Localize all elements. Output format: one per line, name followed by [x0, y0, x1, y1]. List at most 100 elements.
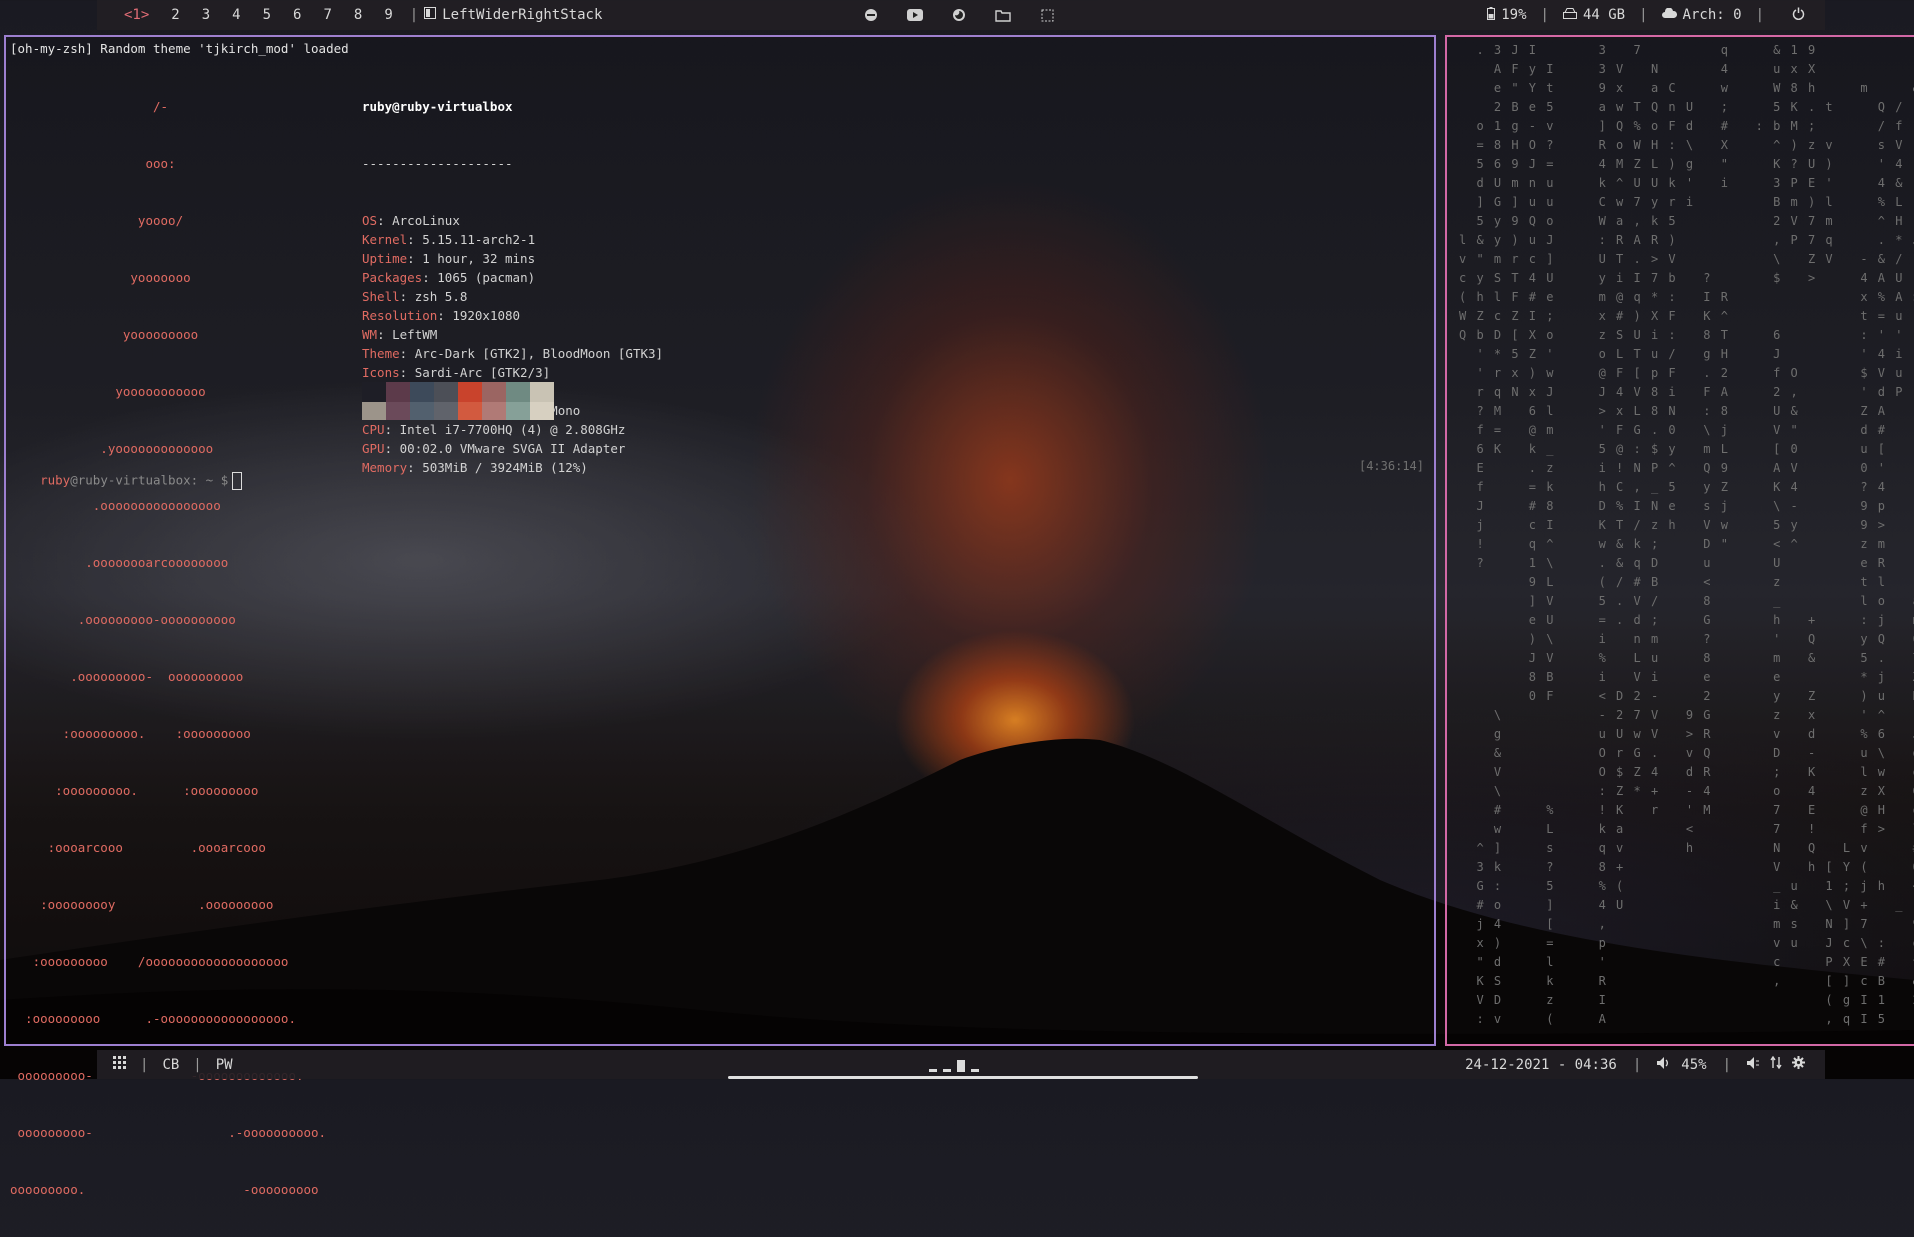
info-row: WM: LeftWM	[362, 325, 663, 344]
workspace-6[interactable]: 6	[282, 7, 312, 23]
terminal-window-main[interactable]: [oh-my-zsh] Random theme 'tjkirch_mod' l…	[4, 35, 1436, 1197]
matrix-line: & O r G . v Q D - u \ d w	[1459, 746, 1914, 760]
workspace-8[interactable]: 8	[343, 7, 373, 23]
window-indicator[interactable]	[971, 1068, 979, 1072]
matrix-line: ' r x ) w @ F [ p F . 2 f O $ V u	[1459, 366, 1904, 380]
screenshot-icon[interactable]	[1038, 7, 1056, 23]
speaker-icon[interactable]	[1747, 1056, 1760, 1073]
workspace-7[interactable]: 7	[312, 7, 342, 23]
window-indicator-active[interactable]	[957, 1059, 965, 1072]
info-value: 00:02.0 VMware SVGA II Adapter	[399, 441, 626, 456]
palette-swatch	[458, 402, 482, 420]
settings-gear-icon[interactable]	[1792, 1056, 1805, 1073]
logo-line: .oooooooarcoooooooo	[10, 555, 229, 570]
bottom-bar: | CB | PW 24-12-2021 - 04:36 | 45% |	[97, 1050, 1825, 1079]
harddisk-icon	[1562, 7, 1577, 23]
workspace-1[interactable]: <1>	[113, 7, 160, 23]
window-indicator[interactable]	[929, 1068, 937, 1072]
info-value: Arc-Dark [GTK2], BloodMoon [GTK3]	[414, 346, 664, 361]
matrix-line: o 1 g - v ] Q % o F d # : b M ; / f	[1459, 119, 1904, 133]
matrix-line: 5 y 9 Q o W a , k 5 2 V 7 m ^ H	[1459, 214, 1904, 228]
separator: |	[193, 1056, 202, 1073]
window-indicator[interactable]	[943, 1068, 951, 1072]
youtube-icon[interactable]	[906, 7, 924, 23]
volume-value: 45%	[1681, 1056, 1707, 1073]
matrix-line: J # 8 D % I N e s j \ - 9 p	[1459, 499, 1887, 513]
info-row: Uptime: 1 hour, 32 mins	[362, 249, 663, 268]
info-value: Intel i7-7700HQ (4) @ 2.808GHz	[399, 422, 626, 437]
system-stats: 19% | 44 GB | Arch: 0 |	[1487, 6, 1805, 24]
matrix-line: K S k R , [ ] c B & n	[1459, 974, 1914, 988]
layout-name: LeftWiderRightStack	[442, 7, 603, 23]
matrix-line: 5 6 9 J = 4 M Z L ) g " K ? U ) ' 4	[1459, 157, 1904, 171]
matrix-line: . 3 J I 3 7 q & 1 9	[1459, 43, 1817, 57]
matrix-line: : v ( A , q I 5 ! * U	[1459, 1012, 1914, 1026]
updates-status[interactable]: Arch: 0	[1661, 7, 1742, 23]
info-key: CPU	[362, 422, 385, 437]
matrix-line: 0 F < D 2 - 2 y Z ) u N	[1459, 689, 1914, 703]
logo-line: yooooooo	[10, 270, 191, 285]
info-value: 503MiB / 3924MiB (12%)	[422, 460, 588, 475]
matrix-line: ? M 6 l > x L 8 N : 8 U & Z A	[1459, 404, 1887, 418]
palette-swatch	[386, 402, 410, 420]
matrix-line: \ - 2 7 V 9 G z x ' ^ 1 1	[1459, 708, 1914, 722]
info-key: Memory	[362, 460, 408, 475]
text-cursor	[232, 472, 243, 490]
separator: |	[1722, 1056, 1731, 1073]
workspace-5[interactable]: 5	[252, 7, 282, 23]
pw-label[interactable]: PW	[216, 1057, 233, 1073]
power-icon[interactable]	[1792, 7, 1805, 24]
power-off-icon[interactable]	[862, 7, 880, 23]
matrix-line: w L k a < 7 ! f > l f	[1459, 822, 1914, 836]
battery-status: 19%	[1487, 6, 1527, 24]
matrix-line: G : 5 % ( _ u 1 ; j h < c	[1459, 879, 1914, 893]
matrix-line: Q b D [ X o z S U i : 8 T 6 : ' '	[1459, 328, 1904, 342]
info-key: Resolution	[362, 308, 438, 323]
info-row: Icons: Sardi-Arc [GTK2/3]	[362, 363, 663, 382]
logo-line: .yooooooooooooo	[10, 441, 214, 456]
matrix-line: ' * 5 Z ' o L T u / g H J ' 4 i	[1459, 347, 1904, 361]
matrix-line: e " Y t 9 x a C w W 8 h m &	[1459, 81, 1914, 95]
palette-swatch	[410, 402, 434, 420]
matrix-line: e U = . d ; G h + : j m	[1459, 613, 1914, 627]
info-key: Shell	[362, 289, 400, 304]
workspace-2[interactable]: 2	[160, 7, 190, 23]
window-indicators	[929, 1058, 979, 1072]
separator: |	[409, 7, 419, 23]
logo-line: .ooooooooo-oooooooooo	[10, 612, 236, 627]
palette-swatch	[482, 382, 506, 402]
matrix-line: 8 B i V i e e * j X )	[1459, 670, 1914, 684]
workspace-3[interactable]: 3	[191, 7, 221, 23]
network-icon[interactable]	[1770, 1055, 1782, 1073]
divider: --------------------	[362, 156, 513, 171]
workspace-4[interactable]: 4	[221, 7, 251, 23]
matrix-line: ] G ] u u C w 7 y r i B m ) l % L	[1459, 195, 1904, 209]
color-palette	[362, 382, 554, 420]
layout-icon	[424, 7, 437, 23]
matrix-line: # o ] 4 U i & \ V + _ _ -	[1459, 898, 1914, 912]
matrix-line: V O $ Z 4 d R ; K l w q V	[1459, 765, 1914, 779]
cb-label[interactable]: CB	[162, 1057, 179, 1073]
logo-line: /-	[10, 99, 169, 114]
battery-icon	[1487, 6, 1496, 24]
firefox-icon[interactable]	[950, 7, 968, 23]
matrix-line: g u U w V > R v d % 6 J v	[1459, 727, 1914, 741]
folder-icon[interactable]	[994, 7, 1012, 23]
matrix-line: 9 L ( / # B < z t l	[1459, 575, 1887, 589]
matrix-line: 6 K k _ 5 @ : $ y m L [ 0 u [	[1459, 442, 1887, 456]
volume-icon[interactable]	[1657, 1056, 1671, 1073]
shell-prompt[interactable]: ruby@ruby-virtualbox: ~ $	[10, 457, 243, 505]
info-key: Theme	[362, 346, 400, 361]
cloud-download-icon	[1661, 7, 1677, 23]
workspace-9[interactable]: 9	[373, 7, 403, 23]
info-value: Sardi-Arc [GTK2/3]	[414, 365, 551, 380]
top-bar: <1> 2 3 4 5 6 7 8 9 | LeftWiderRightStac…	[97, 0, 1825, 30]
info-value: LeftWM	[392, 327, 438, 342]
info-key: WM	[362, 327, 378, 342]
terminal-window-matrix[interactable]: . 3 J I 3 7 q & 1 9 A F y I 3 V N 4 u x …	[1445, 35, 1914, 1046]
info-key: Packages	[362, 270, 423, 285]
palette-swatch	[530, 382, 554, 402]
layout-indicator[interactable]: LeftWiderRightStack	[424, 7, 602, 23]
matrix-line: # % ! K r ' M 7 E @ H q 6	[1459, 803, 1914, 817]
grid-menu-icon[interactable]	[113, 1056, 126, 1073]
